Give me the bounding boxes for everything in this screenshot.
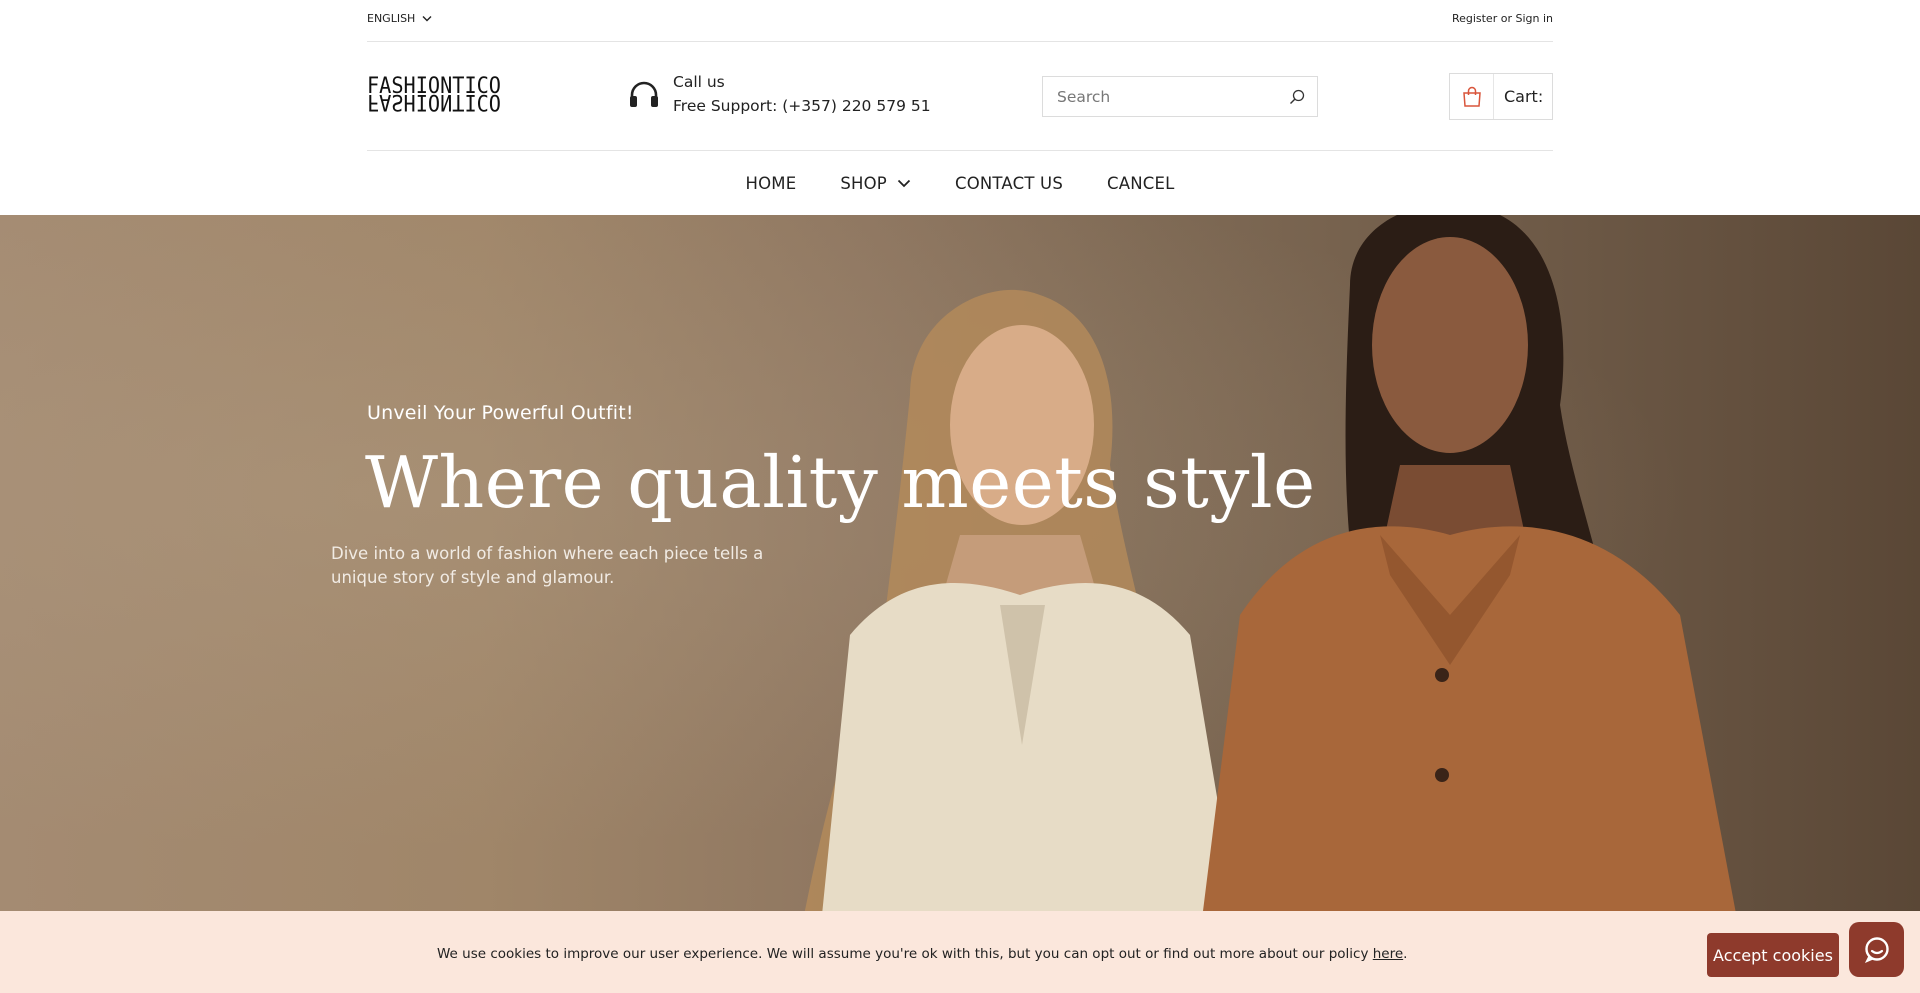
- search-box: [1042, 76, 1318, 117]
- chat-bubble-icon: [1864, 936, 1889, 963]
- hero-title: Where quality meets style: [365, 441, 1316, 524]
- cookie-policy-link[interactable]: here: [1373, 946, 1403, 962]
- support-phone: Free Support: (+357) 220 579 51: [673, 97, 931, 115]
- cart-label: Cart:: [1504, 87, 1544, 106]
- cookie-text: We use cookies to improve our user exper…: [437, 946, 1373, 962]
- chevron-down-icon: [897, 179, 911, 187]
- nav-home-label: HOME: [745, 173, 797, 193]
- header: FASHIONTICO FASHIONTICO Call us Free Sup…: [367, 42, 1553, 151]
- cookie-banner: We use cookies to improve our user exper…: [0, 911, 1920, 993]
- register-sign-in-link[interactable]: Register or Sign in: [1452, 12, 1553, 25]
- model-image-right: [1203, 215, 1736, 911]
- search-input[interactable]: [1057, 87, 1289, 106]
- nav-shop-label: SHOP: [840, 173, 887, 193]
- support-info: Call us Free Support: (+357) 220 579 51: [628, 70, 931, 118]
- accept-cookies-button[interactable]: Accept cookies: [1707, 933, 1839, 977]
- shopping-bag-icon: [1462, 86, 1481, 107]
- language-selector[interactable]: ENGLISH: [367, 12, 432, 25]
- main-nav: HOME SHOP CONTACT US CANCEL: [0, 151, 1920, 215]
- nav-item-shop[interactable]: SHOP: [818, 174, 933, 193]
- chat-button[interactable]: [1849, 922, 1904, 977]
- nav-item-home[interactable]: HOME: [723, 174, 818, 193]
- cookie-period: .: [1403, 946, 1408, 962]
- chevron-down-icon: [422, 16, 432, 22]
- cookie-message: We use cookies to improve our user exper…: [437, 946, 1407, 962]
- headphones-icon: [630, 81, 658, 107]
- hero-banner: Unveil Your Powerful Outfit! Where quali…: [0, 215, 1920, 911]
- support-title: Call us: [673, 73, 725, 91]
- site-logo[interactable]: FASHIONTICO FASHIONTICO: [367, 74, 501, 116]
- top-bar: ENGLISH Register or Sign in: [367, 0, 1553, 42]
- hero-eyebrow: Unveil Your Powerful Outfit!: [367, 402, 634, 424]
- nav-item-contact[interactable]: CONTACT US: [933, 174, 1085, 193]
- nav-cancel-label: CANCEL: [1107, 173, 1175, 193]
- cart-button[interactable]: Cart:: [1449, 73, 1553, 120]
- auth-links[interactable]: Register or Sign in: [1452, 12, 1553, 25]
- nav-item-cancel[interactable]: CANCEL: [1085, 174, 1197, 193]
- nav-contact-label: CONTACT US: [954, 173, 1064, 193]
- search-icon[interactable]: [1289, 89, 1305, 105]
- language-label: ENGLISH: [367, 12, 416, 25]
- hero-description: Dive into a world of fashion where each …: [331, 544, 764, 587]
- logo-icon: FASHIONTICO FASHIONTICO: [367, 74, 501, 114]
- svg-text:FASHIONTICO: FASHIONTICO: [367, 89, 501, 114]
